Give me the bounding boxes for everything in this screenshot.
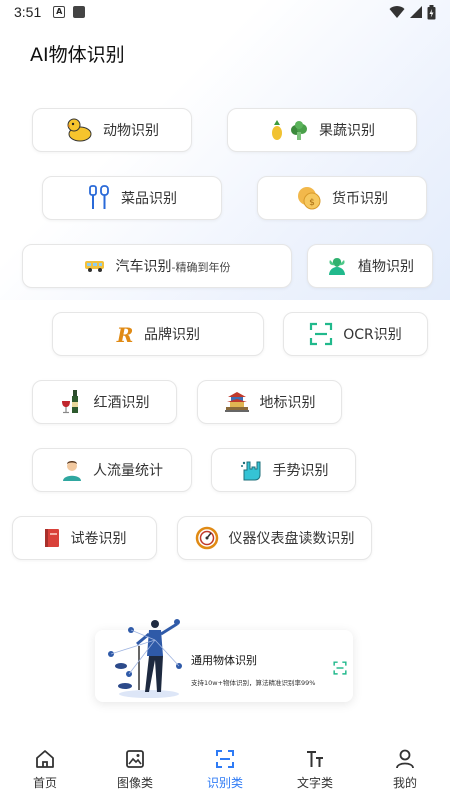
currency-label: 货币识别 [332, 191, 388, 207]
fruit-veg-icon [269, 117, 309, 143]
scan-frame-icon [309, 321, 333, 347]
wine-label: 红酒识别 [93, 395, 150, 411]
landmark-recognition-button[interactable]: 地标识别 [197, 380, 342, 424]
tab-recognition[interactable]: 识别类 [180, 740, 270, 800]
ocr-label: OCR识别 [343, 327, 402, 343]
tab-recognition-label: 识别类 [206, 776, 243, 790]
general-object-recognition-banner[interactable]: 通用物体识别 支持10w+物体识别，算法精准识别率99% [95, 619, 353, 702]
temple-icon [224, 389, 250, 415]
wifi-icon [389, 6, 405, 19]
book-icon [43, 525, 61, 551]
plant-icon [326, 253, 348, 279]
wine-recognition-button[interactable]: 红酒识别 [32, 380, 177, 424]
coins-icon: $ [296, 185, 322, 211]
banner-scan-icon [333, 660, 347, 679]
tab-text-label: 文字类 [296, 776, 333, 790]
notification-a-icon: A [53, 6, 66, 18]
meter-reading-recognition-button[interactable]: 仪器仪表盘读数识别 [177, 516, 372, 560]
tab-home[interactable]: 首页 [0, 740, 90, 800]
brand-recognition-button[interactable]: R 品牌识别 [52, 312, 264, 356]
hand-gesture-icon [239, 457, 263, 483]
meter-label: 仪器仪表盘读数识别 [228, 531, 355, 547]
signal-icon [410, 6, 422, 18]
home-icon [36, 750, 54, 768]
car-label: 汽车识别 [115, 259, 172, 275]
person-icon [61, 457, 83, 483]
svg-text:$: $ [309, 198, 315, 208]
ocr-recognition-button[interactable]: OCR识别 [283, 312, 428, 356]
user-icon [396, 749, 414, 769]
battery-icon [427, 4, 436, 19]
gesture-label: 手势识别 [272, 463, 329, 479]
tab-home-label: 首页 [32, 776, 57, 790]
animal-label: 动物识别 [103, 123, 159, 139]
wine-icon [60, 389, 84, 415]
gauge-icon [195, 525, 219, 551]
dish-label: 菜品识别 [121, 191, 177, 207]
tab-image[interactable]: 图像类 [90, 740, 180, 800]
plant-label: 植物识别 [358, 259, 414, 275]
duck-icon [65, 117, 93, 143]
car-recognition-button[interactable]: 汽车识别-精确到年份 [22, 244, 292, 288]
status-time: 3:51 [14, 4, 42, 20]
car-label-suffix: -精确到年份 [171, 261, 231, 274]
fruit-veg-label: 果蔬识别 [319, 123, 375, 139]
crowd-label: 人流量统计 [93, 463, 163, 479]
landmark-label: 地标识别 [259, 395, 316, 411]
currency-recognition-button[interactable]: $ 货币识别 [257, 176, 427, 220]
fruit-veg-recognition-button[interactable]: 果蔬识别 [227, 108, 417, 152]
text-icon [307, 751, 323, 767]
brand-r-icon: R [116, 321, 134, 347]
scan-icon [216, 750, 234, 768]
tab-text[interactable]: 文字类 [270, 740, 360, 800]
tab-mine-label: 我的 [392, 776, 417, 790]
image-icon [126, 750, 144, 768]
gesture-recognition-button[interactable]: 手势识别 [211, 448, 356, 492]
bottom-tab-bar: 首页 图像类 识别类 文字类 我的 [0, 740, 450, 800]
plant-recognition-button[interactable]: 植物识别 [307, 244, 433, 288]
tab-image-label: 图像类 [116, 776, 153, 790]
banner-subtitle: 支持10w+物体识别，算法精准识别率99% [191, 679, 316, 687]
banner-title: 通用物体识别 [191, 654, 257, 667]
animal-recognition-button[interactable]: 动物识别 [32, 108, 192, 152]
status-bar: 3:51 A [0, 0, 450, 24]
exam-label: 试卷识别 [70, 531, 127, 547]
exam-paper-recognition-button[interactable]: 试卷识别 [12, 516, 157, 560]
brand-label: 品牌识别 [144, 327, 200, 343]
crowd-count-button[interactable]: 人流量统计 [32, 448, 192, 492]
page-title: AI物体识别 [30, 44, 125, 66]
dish-recognition-button[interactable]: 菜品识别 [42, 176, 222, 220]
tab-mine[interactable]: 我的 [360, 740, 450, 800]
bus-icon [84, 253, 106, 279]
notification-square-icon [73, 6, 86, 18]
businessman-illustration [108, 619, 182, 698]
utensils-icon [87, 185, 111, 211]
svg-text:R: R [116, 323, 133, 346]
